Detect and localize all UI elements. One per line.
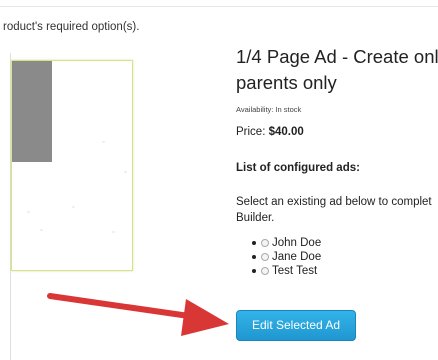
list-item[interactable]: Jane Doe (252, 250, 321, 264)
list-item[interactable]: Test Test (252, 264, 321, 278)
product-title: 1/4 Page Ad - Create onlin parents only (236, 44, 438, 96)
bullet-icon (252, 269, 256, 273)
ad-preview-detail (40, 229, 43, 231)
product-title-line: 1/4 Page Ad - Create onlin (236, 46, 438, 67)
radio-button[interactable] (261, 253, 269, 261)
product-title-line: parents only (236, 72, 337, 93)
bullet-icon (252, 241, 256, 245)
price-label: Price: (236, 126, 269, 138)
ad-preview-detail (124, 171, 127, 173)
ad-preview-detail (72, 206, 75, 208)
ad-preview-image (11, 60, 133, 271)
pointer-arrow-icon (47, 293, 229, 336)
list-item[interactable]: John Doe (252, 236, 321, 250)
availability-status: Availability: In stock (236, 105, 302, 114)
ad-option-label[interactable]: John Doe (272, 237, 321, 249)
bullet-icon (252, 255, 256, 259)
ad-option-label[interactable]: Jane Doe (272, 251, 321, 263)
ad-option-label[interactable]: Test Test (272, 265, 317, 277)
configured-ads-list: John Doe Jane Doe Test Test (252, 236, 321, 278)
ad-preview-photo-block (12, 61, 52, 162)
radio-button[interactable] (261, 267, 269, 275)
radio-button[interactable] (261, 239, 269, 247)
configured-ads-heading: List of configured ads: (236, 162, 360, 174)
price: Price: $40.00 (236, 126, 304, 138)
select-ad-instructions: Select an existing ad below to complet B… (236, 196, 432, 224)
edit-selected-ad-button[interactable]: Edit Selected Ad (236, 310, 356, 341)
ad-preview-detail (102, 141, 105, 143)
ad-preview-detail (112, 231, 115, 233)
price-value: $40.00 (268, 126, 304, 138)
ad-preview-detail (27, 211, 30, 213)
